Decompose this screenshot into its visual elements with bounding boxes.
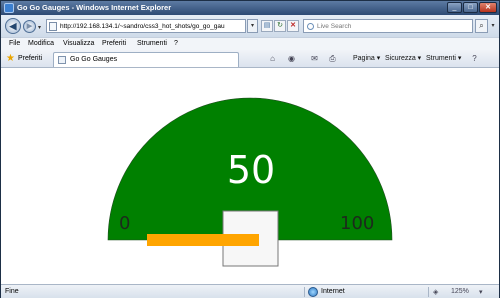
menu-visualizza[interactable]: Visualizza <box>63 40 94 47</box>
feeds-icon[interactable]: ◉ <box>286 53 297 64</box>
minimize-button[interactable]: _ <box>447 2 462 13</box>
search-field[interactable] <box>303 19 473 33</box>
search-icon[interactable]: ⌕ <box>475 19 488 33</box>
back-button[interactable]: ◀ <box>5 18 21 34</box>
menu-preferiti[interactable]: Preferiti <box>102 40 126 47</box>
search-options-dropdown-icon[interactable]: ▾ <box>489 19 497 33</box>
title-bar[interactable]: Go Go Gauges - Windows Internet Explorer… <box>1 1 499 15</box>
zoom-dropdown-icon[interactable]: ▾ <box>479 288 483 296</box>
favorites-star-icon[interactable]: ★ <box>4 52 17 65</box>
gauge-min-label: 0 <box>119 213 131 234</box>
gauge-needle <box>147 234 259 246</box>
recent-pages-dropdown-icon[interactable]: ▾ <box>38 24 41 31</box>
search-input[interactable] <box>317 21 467 32</box>
tab-go-go-gauges[interactable]: Go Go Gauges <box>53 52 239 67</box>
status-separator <box>304 287 305 297</box>
zoom-level[interactable]: 125% <box>451 288 469 295</box>
menu-strumenti[interactable]: Strumenti <box>137 40 167 47</box>
menu-help[interactable]: ? <box>174 40 178 47</box>
address-input[interactable] <box>60 21 245 32</box>
security-menu[interactable]: Sicurezza ▾ <box>385 54 421 62</box>
close-button[interactable]: ✕ <box>479 2 497 13</box>
menu-modifica[interactable]: Modifica <box>28 40 54 47</box>
tools-menu[interactable]: Strumenti ▾ <box>426 54 461 62</box>
mail-icon[interactable]: ✉ <box>309 53 320 64</box>
maximize-button[interactable]: □ <box>463 2 478 13</box>
status-bar: Fine Internet ◈ 125% ▾ <box>1 284 499 298</box>
menu-file[interactable]: File <box>9 40 20 47</box>
status-separator <box>428 287 429 297</box>
window-title: Go Go Gauges - Windows Internet Explorer <box>17 3 172 12</box>
ie-icon <box>4 3 14 13</box>
stop-icon[interactable]: ✕ <box>287 20 299 32</box>
browser-window: Go Go Gauges - Windows Internet Explorer… <box>0 0 500 298</box>
page-icon <box>49 22 57 31</box>
live-search-icon <box>307 23 314 30</box>
page-menu[interactable]: Pagina ▾ <box>353 54 380 62</box>
tab-page-icon <box>58 56 66 64</box>
favorites-button[interactable]: Preferiti <box>18 55 42 62</box>
compatibility-view-icon[interactable]: ▤ <box>261 20 273 32</box>
page-content: 50 0 100 <box>1 68 499 284</box>
status-text: Fine <box>5 288 19 295</box>
tab-label: Go Go Gauges <box>70 56 118 63</box>
menu-bar: File Modifica Visualizza Preferiti Strum… <box>1 37 499 50</box>
address-field[interactable] <box>46 19 246 33</box>
address-toolbar: ◀ ▶ ▾ ▾ ▤ ↻ ✕ ⌕ ▾ <box>1 15 499 37</box>
gauge-max-label: 100 <box>340 213 375 234</box>
forward-button[interactable]: ▶ <box>23 20 36 33</box>
favorites-bar: ★ Preferiti Go Go Gauges ⌂ ◉ ✉ ⎙ Pagina … <box>1 50 499 68</box>
internet-zone-icon <box>308 287 318 297</box>
status-zone: Internet <box>321 288 345 295</box>
refresh-icon[interactable]: ↻ <box>274 20 286 32</box>
print-icon[interactable]: ⎙ <box>327 53 338 64</box>
address-dropdown-icon[interactable]: ▾ <box>247 19 258 33</box>
help-icon[interactable]: ? <box>469 53 480 64</box>
protected-mode-icon[interactable]: ◈ <box>433 288 438 296</box>
gauge-value: 50 <box>226 148 276 192</box>
home-icon[interactable]: ⌂ <box>267 53 278 64</box>
